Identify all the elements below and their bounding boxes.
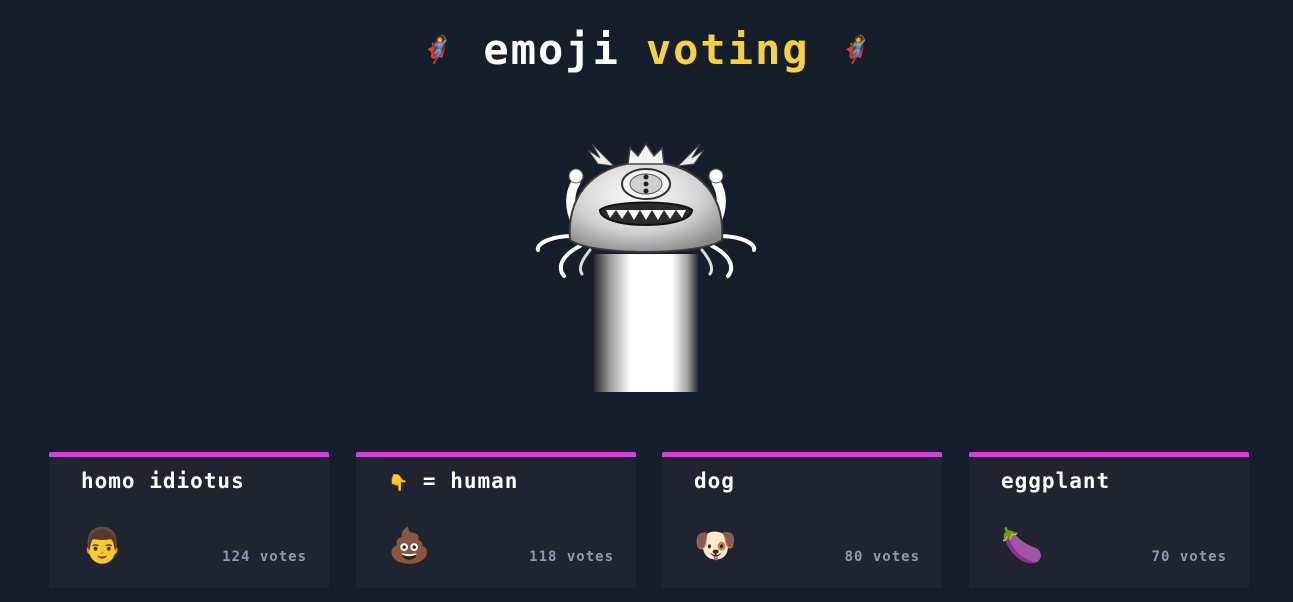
- vote-count: 118 votes: [529, 549, 614, 565]
- page: 🦸 emoji voting 🦸 homo idiotus 👨 124 vote…: [0, 0, 1293, 602]
- poop-emoji-icon: 💩: [388, 526, 431, 566]
- candidate-title-text: dog: [694, 469, 735, 493]
- vote-count: 80 votes: [844, 549, 920, 565]
- monster-illustration: [535, 142, 757, 392]
- man-emoji-icon: 👨: [81, 526, 124, 566]
- candidate-title-text: homo idiotus: [81, 469, 245, 493]
- eggplant-emoji-icon: 🍆: [1001, 526, 1044, 566]
- header: 🦸 emoji voting 🦸: [0, 22, 1293, 78]
- superhero-emoji-right: 🦸: [839, 35, 872, 65]
- title-word-emoji: emoji: [483, 25, 620, 74]
- candidate-card-dog[interactable]: dog 🐶 80 votes: [662, 452, 942, 588]
- candidate-title-text: eggplant: [1001, 469, 1111, 493]
- candidate-card-human[interactable]: 👇 = human 💩 118 votes: [356, 452, 636, 588]
- page-title: emoji voting: [483, 29, 809, 71]
- superhero-emoji-left: 🦸: [421, 35, 454, 65]
- vote-count: 70 votes: [1151, 549, 1227, 565]
- candidate-card-homo-idiotus[interactable]: homo idiotus 👨 124 votes: [49, 452, 329, 588]
- dog-emoji-icon: 🐶: [694, 526, 737, 566]
- candidate-title: eggplant: [1001, 469, 1110, 493]
- candidate-title: dog: [694, 469, 735, 493]
- title-word-voting: voting: [645, 25, 810, 74]
- candidate-title: homo idiotus: [81, 469, 245, 493]
- pointing-down-emoji-icon: 👇: [388, 473, 409, 492]
- candidate-card-eggplant[interactable]: eggplant 🍆 70 votes: [969, 452, 1249, 588]
- candidate-title-text: = human: [422, 469, 519, 493]
- candidate-title: 👇 = human: [388, 469, 518, 493]
- vote-count: 124 votes: [222, 549, 307, 565]
- candidate-list: homo idiotus 👨 124 votes 👇 = human 💩 118 …: [49, 452, 1249, 588]
